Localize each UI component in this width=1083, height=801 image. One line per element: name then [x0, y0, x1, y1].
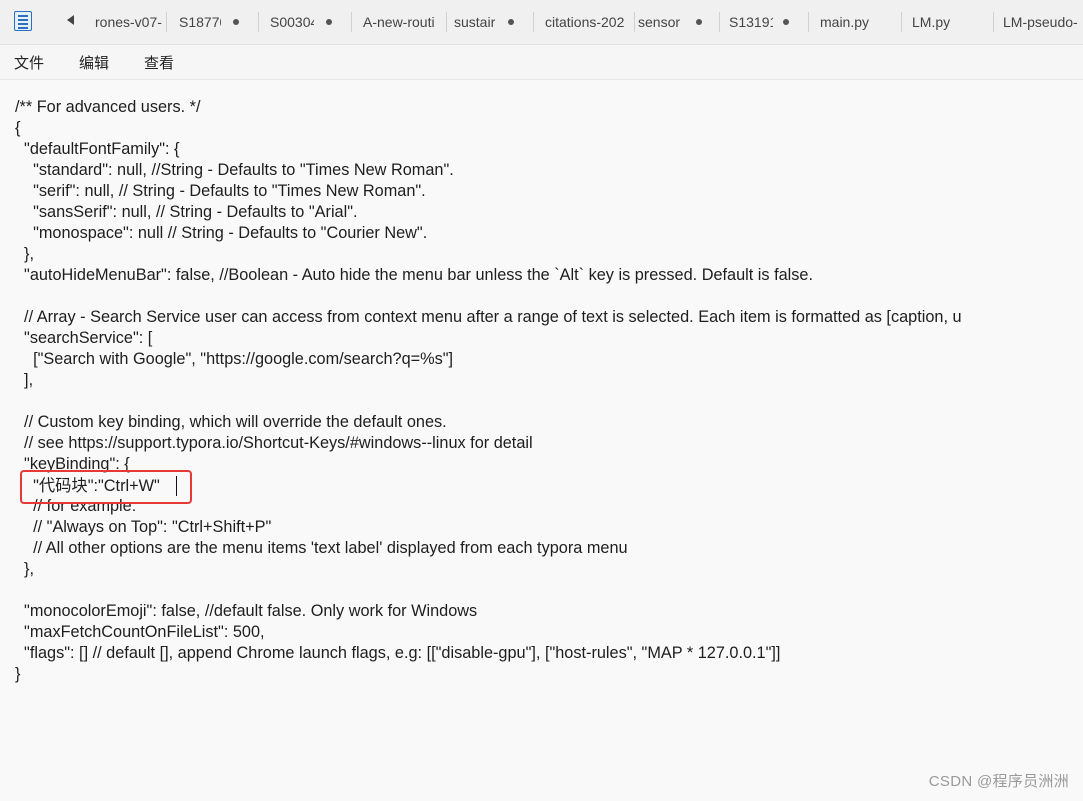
code-line: "monocolorEmoji": false, //default false… [15, 602, 478, 620]
tab-divider [351, 12, 352, 32]
code-line: "defaultFontFamily": { [15, 140, 180, 158]
code-line: }, [15, 560, 35, 578]
code-line: } [15, 665, 21, 683]
tab-divider [634, 12, 635, 32]
tab-lm-py[interactable]: LM.py [910, 0, 994, 44]
unsaved-dot-icon [508, 19, 514, 25]
tab-label: LM-pseudo- [1003, 14, 1078, 30]
tab-label: rones-v07- [95, 14, 162, 30]
tab-divider [901, 12, 902, 32]
unsaved-dot-icon [783, 19, 789, 25]
tab-label: S18770 [179, 14, 221, 30]
tab-label: LM.py [912, 14, 951, 30]
menu-view[interactable]: 查看 [144, 52, 174, 73]
code-line: "sansSerif": null, // String - Defaults … [15, 203, 358, 221]
menu-edit[interactable]: 编辑 [79, 52, 109, 73]
tab-sensor[interactable]: sensor [636, 0, 720, 44]
watermark: CSDN @程序员洲洲 [928, 773, 1069, 790]
code-line: /** For advanced users. */ [15, 98, 201, 116]
annotation-highlight-box [20, 470, 192, 504]
tab-a-new-routi[interactable]: A-new-routi [361, 0, 447, 44]
tab-label: citations-202 [545, 14, 625, 30]
unsaved-dot-icon [326, 19, 332, 25]
tab-rones[interactable]: rones-v07- [93, 0, 167, 44]
tab-s18770[interactable]: S18770 [177, 0, 259, 44]
code-line: // "Always on Top": "Ctrl+Shift+P" [15, 518, 272, 536]
code-line: "monospace": null // String - Defaults t… [15, 224, 428, 242]
tab-label: main.py [820, 14, 870, 30]
tab-divider [993, 12, 994, 32]
text-cursor [176, 476, 177, 496]
menu-file[interactable]: 文件 [14, 52, 44, 73]
code-line: "flags": [] // default [], append Chrome… [15, 644, 781, 662]
tab-divider [808, 12, 809, 32]
code-line: // All other options are the menu items … [15, 539, 628, 557]
tab-divider [446, 12, 447, 32]
tab-scroll-left-icon[interactable] [67, 15, 74, 25]
tab-divider [258, 12, 259, 32]
tab-lm-pseudo[interactable]: LM-pseudo- [1001, 0, 1083, 44]
code-editor[interactable]: /** For advanced users. */ { "defaultFon… [0, 80, 1083, 801]
unsaved-dot-icon [696, 19, 702, 25]
tab-divider [533, 12, 534, 32]
tab-divider [719, 12, 720, 32]
tab-main-py[interactable]: main.py [818, 0, 902, 44]
code-line: { [15, 119, 21, 137]
tab-label: sustair [454, 14, 496, 30]
tab-label: S13191 [729, 14, 773, 30]
code-line: "searchService": [ [15, 329, 153, 347]
code-line: ["Search with Google", "https://google.c… [15, 350, 454, 368]
document-icon[interactable] [14, 11, 32, 31]
tab-label: S00304 [270, 14, 314, 30]
unsaved-dot-icon [233, 19, 239, 25]
tab-label: sensor [638, 14, 681, 30]
tab-label: A-new-routi [363, 14, 435, 30]
code-line: // Custom key binding, which will overri… [15, 413, 447, 431]
code-line: // Array - Search Service user can acces… [15, 308, 962, 326]
tab-sustair[interactable]: sustair [452, 0, 534, 44]
code-line: "maxFetchCountOnFileList": 500, [15, 623, 265, 641]
code-line: "autoHideMenuBar": false, //Boolean - Au… [15, 266, 814, 284]
tab-bar: rones-v07- S18770 S00304 A-new-routi sus… [0, 0, 1083, 45]
code-line: }, [15, 245, 35, 263]
code-line: ], [15, 371, 34, 389]
tab-s13191[interactable]: S13191 [727, 0, 809, 44]
code-line: "standard": null, //String - Defaults to… [15, 161, 454, 179]
tab-divider [166, 12, 167, 32]
menu-bar: 文件 编辑 查看 [0, 45, 1083, 80]
tab-s00304[interactable]: S00304 [268, 0, 352, 44]
code-line: // see https://support.typora.io/Shortcu… [15, 434, 533, 452]
tab-citations[interactable]: citations-202 [543, 0, 635, 44]
code-line: "serif": null, // String - Defaults to "… [15, 182, 426, 200]
